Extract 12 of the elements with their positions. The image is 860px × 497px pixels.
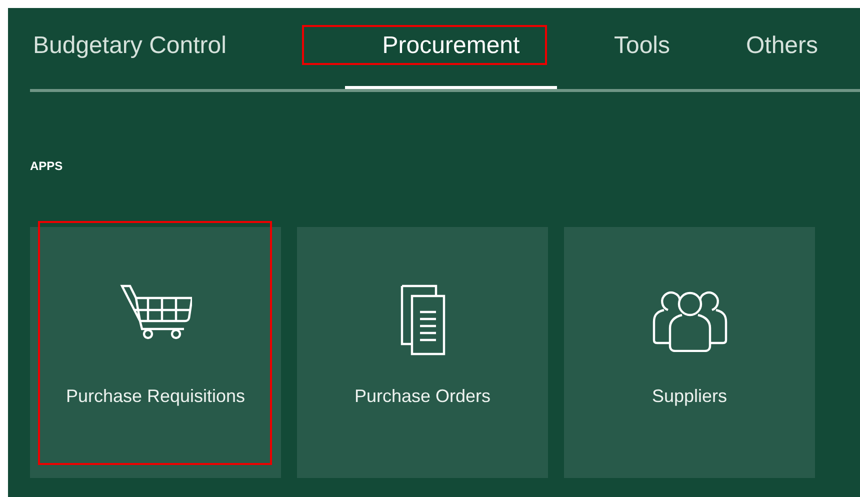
tab[interactable]: Tools xyxy=(557,8,727,89)
app-tile[interactable]: Purchase Orders xyxy=(297,227,548,478)
tab[interactable]: Budgetary Control xyxy=(30,8,345,89)
tab[interactable]: Others xyxy=(727,8,837,89)
section-title: APPS xyxy=(30,159,64,173)
tile-label: Purchase Requisitions xyxy=(64,385,246,408)
tile-label: Suppliers xyxy=(650,385,728,408)
tile-label: Purchase Orders xyxy=(353,385,492,408)
documents-icon xyxy=(400,284,446,356)
app-tile[interactable]: Suppliers xyxy=(564,227,815,478)
app-tile[interactable]: Purchase Requisitions xyxy=(30,227,281,478)
tab[interactable]: Procurement xyxy=(345,8,557,89)
